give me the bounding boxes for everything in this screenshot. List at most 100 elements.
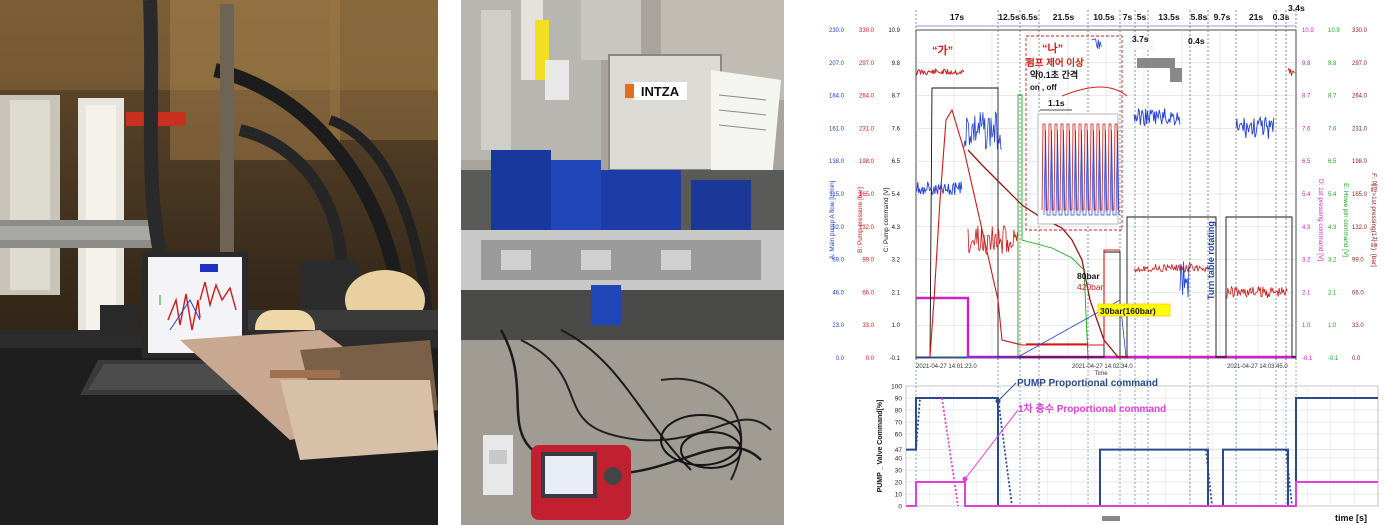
- legend-pump-dot: [995, 398, 1001, 404]
- label-inset-period: 1.1s: [1048, 98, 1065, 108]
- axis-label-f: F: 예압>1st pressing(1차충)· [bar]: [1370, 173, 1379, 267]
- right-tick-label: -0.1: [1302, 356, 1313, 362]
- right-tick-label: 132.0: [1352, 225, 1368, 231]
- lower-y-tick-label: 90: [895, 396, 903, 403]
- axis-label-d: D: 1st pressing command [V]: [1317, 179, 1324, 261]
- right-tick-label: 2.1: [1328, 290, 1337, 296]
- x-start-label: 2021-04-27 14:01:23.0: [916, 364, 977, 370]
- label-onoff: on , off: [1030, 83, 1057, 92]
- left-tick-label: 0.0: [866, 356, 875, 362]
- right-tick-label: 4.3: [1328, 225, 1337, 231]
- chart-area: 230.0 207.0 184.0 161.0 138.0 115.0 92.0 69.0 46…: [822, 0, 1384, 525]
- right-tick-label: 5.4: [1302, 192, 1311, 198]
- label-d04: 0.4s: [1188, 36, 1205, 46]
- right-tick-label: 2.1: [1302, 290, 1311, 296]
- left-tick-label: 198.0: [859, 159, 875, 165]
- left-tick-label: 23.0: [832, 323, 844, 329]
- left-tick-label: 33.0: [862, 323, 874, 329]
- left-tick-label: -0.1: [890, 356, 901, 362]
- right-tick-label: 9.8: [1302, 61, 1311, 67]
- lower-y-tick-label: 60: [895, 432, 903, 439]
- left-tick-label: 6.5: [892, 159, 901, 165]
- axis-label-a: A: Main pump A flow [L/min]: [829, 180, 836, 259]
- right-tick-label: -0.1: [1328, 356, 1339, 362]
- axis-label-e: E: Howe pin command [V]: [1342, 183, 1349, 257]
- duration-label: 6.5s: [1021, 12, 1038, 22]
- left-tick-label: 231.0: [859, 126, 875, 132]
- right-tick-label: 8.7: [1302, 94, 1311, 100]
- left-tick-label: 8.7: [892, 94, 901, 100]
- right-tick-label: 6.5: [1328, 159, 1337, 165]
- left-tick-label: 7.6: [892, 126, 901, 132]
- right-tick-label: 198.0: [1352, 159, 1368, 165]
- left-tick-label: 297.0: [859, 61, 875, 67]
- x-axis-title: Time: [1094, 371, 1108, 377]
- left-tick-label: 99.0: [862, 258, 874, 264]
- right-tick-label: 66.0: [1352, 290, 1364, 296]
- axis-label-b: B: Pump pressure [bar]: [857, 187, 864, 253]
- left-tick-label: 207.0: [829, 61, 845, 67]
- right-tick-label: 231.0: [1352, 126, 1368, 132]
- right-tick-label: 1.0: [1302, 323, 1311, 329]
- duration-label: 7s: [1123, 12, 1133, 22]
- right-tick-label: 10.9: [1302, 28, 1314, 34]
- x-mid-label: 2021-04-27 14:02:34.0: [1072, 364, 1133, 370]
- lower-legend-pump: PUMP Proportional command: [1017, 378, 1158, 389]
- left-tick-label: 161.0: [829, 126, 845, 132]
- legend-filling-dot: [962, 476, 968, 482]
- chart-svg: 230.0207.0184.0161.0138.0115.092.069.046…: [829, 3, 1379, 523]
- lower-y-axis-title: PUMP _ Valve Command[%]: [877, 400, 884, 493]
- duration-label: 0.3s: [1273, 12, 1290, 22]
- lower-y-tick-label: 20: [895, 480, 903, 487]
- left-tick-label: 330.0: [859, 28, 875, 34]
- lower-y-tick-label: 100: [891, 384, 902, 391]
- duration-label: 12.5s: [998, 12, 1020, 22]
- left-tick-label: 2.1: [892, 290, 901, 296]
- right-tick-label: 10.9: [1328, 28, 1340, 34]
- label-d37: 3.7s: [1132, 34, 1149, 44]
- lower-y-tick-label: 30: [895, 468, 903, 475]
- label-turn-table: Turn table rotating: [1206, 221, 1216, 300]
- right-tick-label: 33.0: [1352, 323, 1364, 329]
- left-tick-label: 10.9: [888, 28, 900, 34]
- lower-y-tick-label: 80: [895, 408, 903, 415]
- right-tick-label: 6.5: [1302, 159, 1311, 165]
- right-tick-label: 0.0: [1352, 356, 1361, 362]
- right-tick-label: 165.0: [1352, 192, 1368, 198]
- lower-y-tick-label: 40: [895, 456, 903, 463]
- left-tick-label: 9.8: [892, 61, 901, 67]
- left-tick-label: 5.4: [892, 192, 901, 198]
- duration-label: 17s: [950, 12, 965, 22]
- right-tick-label: 7.6: [1302, 126, 1311, 132]
- label-pump-abnormal: 펌프 제어 이상: [1026, 57, 1084, 69]
- left-photo-hydraulic-test-rig: [0, 0, 438, 525]
- left-tick-label: 264.0: [859, 94, 875, 100]
- label-ga: “가”: [932, 43, 953, 57]
- left-tick-label: 66.0: [862, 290, 874, 296]
- left-tick-label: 0.0: [836, 356, 845, 362]
- middle-photo-valve-block-and-logger: INTZA: [461, 0, 784, 525]
- right-tick-label: 5.4: [1328, 192, 1337, 198]
- upper-right-tick-labels: 10.9 9.8 8.7 7.6 6.5 5.4 4.3 3.2 2.1 1.0 -0.1 10.9 9…: [1302, 28, 1368, 362]
- left-tick-label: 138.0: [829, 159, 845, 165]
- lower-marker-bar: [1102, 516, 1120, 521]
- d37-bar: [1137, 58, 1175, 68]
- lower-y-tick-label: 47: [895, 447, 903, 454]
- label-interval: 약0.1초 간격: [1030, 69, 1078, 80]
- right-tick-label: 3.2: [1302, 258, 1311, 264]
- lower-y-tick-label: 70: [895, 420, 903, 427]
- label-30bar: 30bar(160bar): [1100, 306, 1156, 316]
- lower-y-tick-label: 10: [895, 492, 903, 499]
- duration-label: 9.7s: [1214, 12, 1231, 22]
- d04-bar: [1170, 68, 1182, 82]
- left-tick-label: 4.3: [892, 225, 901, 231]
- right-tick-label: 264.0: [1352, 94, 1368, 100]
- left-tick-label: 1.0: [892, 323, 901, 329]
- duration-label: 3.4s: [1288, 3, 1305, 13]
- label-420bar: 420bar: [1077, 282, 1104, 292]
- lower-y-tick-label: 0: [898, 504, 902, 511]
- left-tick-label: 230.0: [829, 28, 845, 34]
- axis-label-c: C: Pump command [V]: [883, 188, 890, 253]
- left-tick-label: 3.2: [892, 258, 901, 264]
- right-tick-label: 330.0: [1352, 28, 1368, 34]
